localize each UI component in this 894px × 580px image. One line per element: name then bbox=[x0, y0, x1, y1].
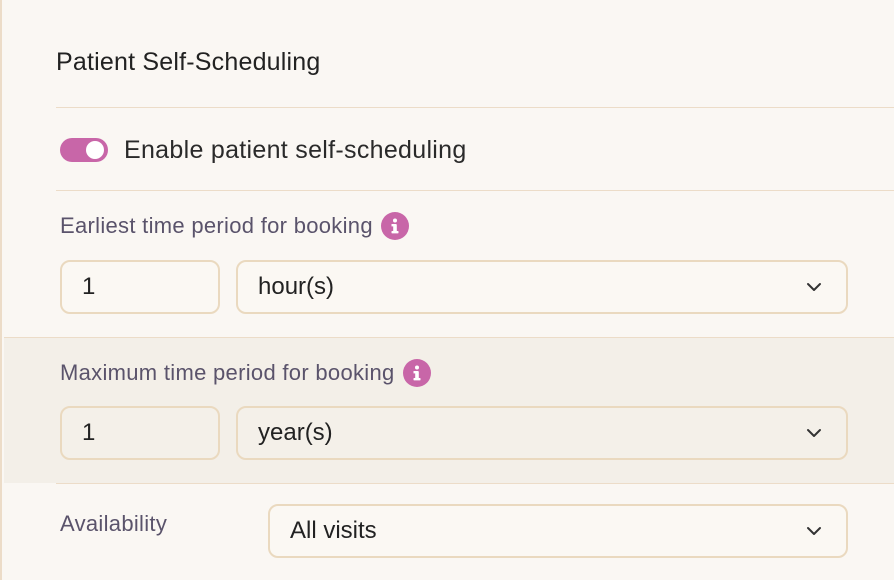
availability-label: Availability bbox=[60, 511, 168, 536]
info-icon[interactable] bbox=[402, 359, 431, 387]
chevron-down-icon bbox=[807, 527, 821, 535]
maximum-amount-input[interactable]: 1 bbox=[60, 406, 220, 460]
self-scheduling-toggle-row: Enable patient self-scheduling bbox=[60, 134, 467, 166]
earliest-period-label-row: Earliest time period for booking bbox=[60, 212, 409, 240]
maximum-unit-value: year(s) bbox=[258, 419, 333, 446]
divider bbox=[4, 337, 894, 338]
maximum-period-label: Maximum time period for booking bbox=[60, 360, 395, 385]
section-title: Patient Self-Scheduling bbox=[56, 48, 321, 76]
self-scheduling-toggle[interactable] bbox=[60, 138, 108, 162]
earliest-unit-select[interactable]: hour(s) bbox=[236, 260, 848, 314]
toggle-label: Enable patient self-scheduling bbox=[124, 135, 467, 164]
availability-select[interactable]: All visits bbox=[268, 504, 848, 558]
availability-value: All visits bbox=[290, 517, 377, 544]
earliest-period-label: Earliest time period for booking bbox=[60, 213, 373, 238]
maximum-period-section: Maximum time period for booking 1 year(s… bbox=[4, 337, 894, 483]
info-icon[interactable] bbox=[380, 212, 409, 240]
toggle-knob bbox=[86, 141, 104, 159]
chevron-down-icon bbox=[807, 429, 821, 437]
earliest-unit-value: hour(s) bbox=[258, 273, 335, 300]
earliest-amount-input[interactable]: 1 bbox=[60, 260, 220, 314]
maximum-period-label-row: Maximum time period for booking bbox=[60, 359, 431, 387]
maximum-unit-select[interactable]: year(s) bbox=[236, 406, 848, 460]
chevron-down-icon bbox=[807, 283, 821, 291]
divider bbox=[56, 483, 894, 484]
self-scheduling-panel: Patient Self-Scheduling Enable patient s… bbox=[0, 0, 894, 580]
divider bbox=[56, 107, 894, 108]
divider bbox=[56, 190, 894, 191]
